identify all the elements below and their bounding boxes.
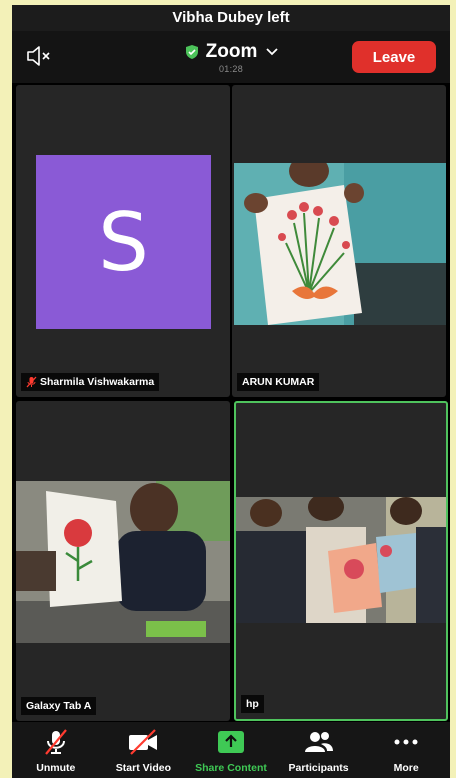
share-content-label: Share Content	[195, 762, 267, 774]
video-off-icon	[129, 729, 158, 755]
participant-tile[interactable]: Galaxy Tab A	[16, 401, 230, 721]
participant-name-tag: Sharmila Vishwakarma	[21, 373, 160, 391]
participant-name-tag: ARUN KUMAR	[237, 373, 320, 391]
participant-tile[interactable]: S Sharmila Vishwakarma	[16, 85, 230, 397]
participant-video	[16, 481, 230, 643]
avatar: S	[36, 155, 211, 329]
participants-label: Participants	[288, 762, 349, 774]
share-content-button[interactable]: Share Content	[187, 722, 275, 774]
chevron-down-icon	[266, 48, 278, 56]
participant-left-notice: Vibha Dubey left	[12, 5, 450, 31]
participant-name: Galaxy Tab A	[26, 700, 92, 712]
participant-name-tag: Galaxy Tab A	[21, 697, 97, 715]
more-button[interactable]: More	[362, 722, 450, 774]
participant-tile-active[interactable]: hp	[234, 401, 448, 721]
unmute-button[interactable]: Unmute	[12, 722, 100, 774]
participants-icon	[304, 732, 333, 752]
participant-name: hp	[246, 698, 259, 710]
more-dots-icon	[394, 739, 418, 745]
meeting-title: Zoom	[205, 41, 258, 62]
more-label: More	[393, 762, 419, 774]
participant-name: ARUN KUMAR	[242, 376, 315, 388]
shield-check-icon	[185, 45, 198, 59]
participant-name: Sharmila Vishwakarma	[40, 376, 155, 388]
participant-video	[234, 163, 446, 325]
participant-tile[interactable]: ARUN KUMAR	[232, 85, 446, 397]
share-icon	[217, 731, 244, 753]
zoom-meeting-screen: Vibha Dubey left Zoom 01:28 Leave S Shar…	[12, 5, 450, 778]
unmute-label: Unmute	[36, 762, 76, 774]
participant-video	[236, 497, 446, 623]
meeting-header: Zoom 01:28 Leave	[12, 31, 450, 83]
start-video-label: Start Video	[115, 762, 172, 774]
meeting-toolbar: Unmute Start Video Share Content Partici…	[12, 722, 450, 778]
mic-off-icon	[44, 729, 67, 755]
participant-name-tag: hp	[241, 695, 264, 713]
mic-muted-icon	[26, 376, 37, 388]
leave-button[interactable]: Leave	[352, 41, 436, 73]
participants-button[interactable]: Participants	[275, 722, 363, 774]
start-video-button[interactable]: Start Video	[100, 722, 188, 774]
